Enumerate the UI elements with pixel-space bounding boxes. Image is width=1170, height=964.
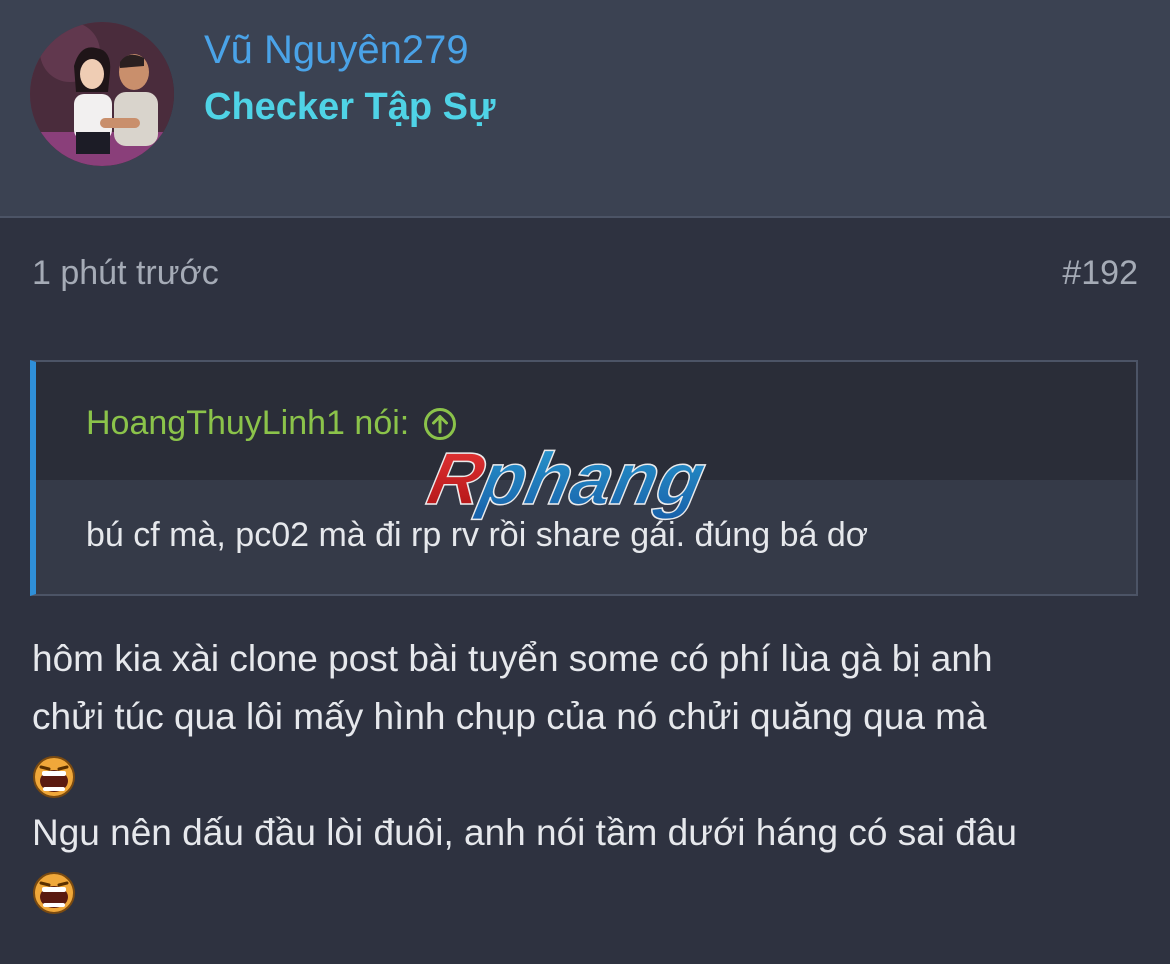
quote-author-link[interactable]: HoangThuyLinh1 nói: [86, 404, 457, 443]
post-number-link[interactable]: #192 [1062, 254, 1138, 293]
laughing-emoji-icon [32, 755, 76, 799]
user-rank-title: Checker Tập Sự [204, 86, 496, 128]
post-timestamp[interactable]: 1 phút trước [32, 254, 219, 293]
emoji-line [32, 862, 1142, 920]
message-line: hôm kia xài clone post bài tuyển some có… [32, 638, 993, 679]
arrow-up-circle-icon[interactable] [423, 407, 457, 441]
avatar-photo-icon [30, 22, 174, 166]
username-link[interactable]: Vũ Nguyên279 [204, 28, 469, 73]
laughing-emoji-icon [32, 871, 76, 915]
svg-text:phang: phang [471, 440, 713, 520]
message-line: Ngu nên dấu đầu lòi đuôi, anh nói tầm dư… [32, 812, 1017, 853]
post-author-header: Vũ Nguyên279 Checker Tập Sự [0, 0, 1170, 218]
quote-author-label: HoangThuyLinh1 nói: [86, 404, 410, 442]
rphang-watermark-logo: R phang [410, 436, 770, 540]
post-message: hôm kia xài clone post bài tuyển some có… [32, 630, 1142, 920]
emoji-line [32, 746, 1142, 804]
message-line: chửi túc qua lôi mấy hình chụp của nó ch… [32, 696, 987, 737]
user-avatar[interactable] [30, 22, 174, 166]
